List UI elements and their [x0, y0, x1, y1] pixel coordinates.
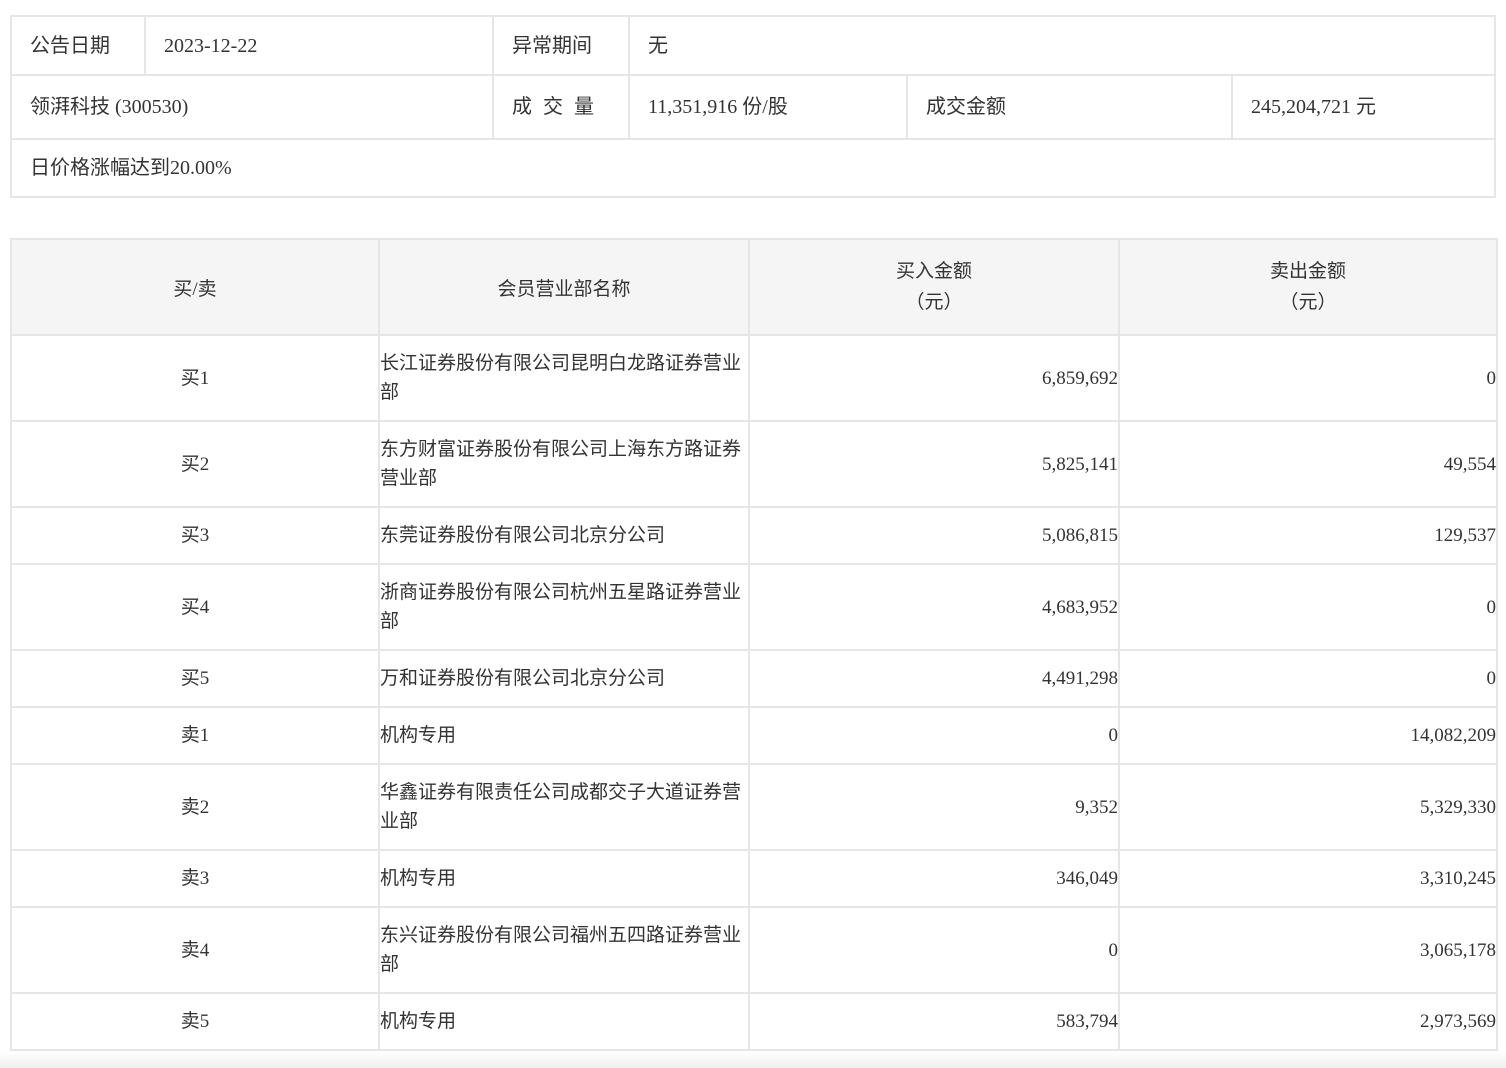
branch-cell: 东方财富证券股份有限公司上海东方路证券营业部: [379, 421, 749, 507]
sell-amount-cell: 2,973,569: [1119, 993, 1497, 1050]
col-header-sell-line1: 卖出金额: [1121, 256, 1495, 287]
sell-amount-cell: 3,065,178: [1119, 907, 1497, 993]
sell-amount-cell: 5,329,330: [1119, 764, 1497, 850]
side-cell: 卖4: [11, 907, 379, 993]
buy-amount-cell: 583,794: [749, 993, 1119, 1050]
side-cell: 卖5: [11, 993, 379, 1050]
lhb-table-body: 买1 长江证券股份有限公司昆明白龙路证券营业部 6,859,692 0 买2 东…: [11, 335, 1497, 1050]
table-row: 买3 东莞证券股份有限公司北京分公司 5,086,815 129,537: [11, 507, 1497, 564]
col-header-branch: 会员营业部名称: [379, 239, 749, 335]
side-cell: 买1: [11, 335, 379, 421]
buy-amount-cell: 5,086,815: [749, 507, 1119, 564]
volume-value: 11,351,916 份/股: [630, 76, 908, 138]
sell-amount-cell: 3,310,245: [1119, 850, 1497, 907]
branch-cell: 机构专用: [379, 850, 749, 907]
branch-cell: 东莞证券股份有限公司北京分公司: [379, 507, 749, 564]
col-header-side: 买/卖: [11, 239, 379, 335]
summary-section: 公告日期 2023-12-22 异常期间 无 领湃科技 (300530) 成 交…: [10, 15, 1496, 198]
table-row: 买5 万和证券股份有限公司北京分公司 4,491,298 0: [11, 650, 1497, 707]
volume-label-text: 成 交 量: [512, 94, 594, 120]
side-cell: 卖3: [11, 850, 379, 907]
turnover-label: 成交金额: [908, 76, 1233, 138]
buy-amount-cell: 5,825,141: [749, 421, 1119, 507]
turnover-label-text: 成交金额: [926, 94, 1006, 120]
abnormal-period-label: 异常期间: [494, 17, 630, 74]
sell-amount-cell: 0: [1119, 335, 1497, 421]
branch-cell: 机构专用: [379, 707, 749, 764]
side-cell: 买3: [11, 507, 379, 564]
price-change-note: 日价格涨幅达到20.00%: [30, 155, 232, 181]
buy-amount-cell: 4,491,298: [749, 650, 1119, 707]
volume-label: 成 交 量: [494, 76, 630, 138]
col-header-side-text: 买/卖: [173, 279, 216, 300]
sell-amount-cell: 0: [1119, 564, 1497, 650]
side-cell: 卖1: [11, 707, 379, 764]
col-header-buy-line1: 买入金额: [751, 256, 1117, 287]
lhb-table: 买/卖 会员营业部名称 买入金额 （元） 卖出金额 （元） 买1 长江证券股份有…: [10, 238, 1498, 1051]
abnormal-period-value: 无: [630, 17, 1494, 74]
header-row: 买/卖 会员营业部名称 买入金额 （元） 卖出金额 （元）: [11, 239, 1497, 335]
summary-row-reason: 日价格涨幅达到20.00%: [12, 140, 1494, 196]
buy-amount-cell: 346,049: [749, 850, 1119, 907]
abnormal-period-label-text: 异常期间: [512, 33, 592, 59]
lhb-table-head: 买/卖 会员营业部名称 买入金额 （元） 卖出金额 （元）: [11, 239, 1497, 335]
side-cell: 买5: [11, 650, 379, 707]
announce-date-text: 2023-12-22: [164, 33, 257, 59]
col-header-buy: 买入金额 （元）: [749, 239, 1119, 335]
stock-name-cell: 领湃科技 (300530): [12, 76, 494, 138]
col-header-sell-line2: （元）: [1121, 287, 1495, 318]
page: 公告日期 2023-12-22 异常期间 无 领湃科技 (300530) 成 交…: [0, 0, 1506, 1051]
branch-cell: 机构专用: [379, 993, 749, 1050]
branch-cell: 华鑫证券有限责任公司成都交子大道证券营业部: [379, 764, 749, 850]
table-row: 卖5 机构专用 583,794 2,973,569: [11, 993, 1497, 1050]
summary-row-date: 公告日期 2023-12-22 异常期间 无: [12, 17, 1494, 76]
table-row: 卖1 机构专用 0 14,082,209: [11, 707, 1497, 764]
col-header-branch-text: 会员营业部名称: [497, 279, 630, 300]
col-header-buy-line2: （元）: [751, 287, 1117, 318]
table-row: 卖2 华鑫证券有限责任公司成都交子大道证券营业部 9,352 5,329,330: [11, 764, 1497, 850]
announce-date-label-text: 公告日期: [30, 33, 110, 59]
table-row: 卖4 东兴证券股份有限公司福州五四路证券营业部 0 3,065,178: [11, 907, 1497, 993]
buy-amount-cell: 9,352: [749, 764, 1119, 850]
stock-name: 领湃科技 (300530): [30, 94, 188, 120]
buy-amount-cell: 0: [749, 907, 1119, 993]
table-row: 买2 东方财富证券股份有限公司上海东方路证券营业部 5,825,141 49,5…: [11, 421, 1497, 507]
price-change-note-cell: 日价格涨幅达到20.00%: [12, 140, 1494, 196]
sell-amount-cell: 129,537: [1119, 507, 1497, 564]
abnormal-period-text: 无: [648, 33, 668, 59]
branch-cell: 万和证券股份有限公司北京分公司: [379, 650, 749, 707]
sell-amount-cell: 49,554: [1119, 421, 1497, 507]
page-bottom-fade: [0, 1051, 1506, 1068]
buy-amount-cell: 0: [749, 707, 1119, 764]
branch-cell: 浙商证券股份有限公司杭州五星路证券营业部: [379, 564, 749, 650]
turnover-value: 245,204,721 元: [1233, 76, 1494, 138]
sell-amount-cell: 14,082,209: [1119, 707, 1497, 764]
announce-date-label: 公告日期: [12, 17, 146, 74]
table-row: 卖3 机构专用 346,049 3,310,245: [11, 850, 1497, 907]
volume-text: 11,351,916 份/股: [648, 94, 788, 120]
sell-amount-cell: 0: [1119, 650, 1497, 707]
side-cell: 卖2: [11, 764, 379, 850]
side-cell: 买2: [11, 421, 379, 507]
branch-cell: 东兴证券股份有限公司福州五四路证券营业部: [379, 907, 749, 993]
table-row: 买4 浙商证券股份有限公司杭州五星路证券营业部 4,683,952 0: [11, 564, 1497, 650]
branch-cell: 长江证券股份有限公司昆明白龙路证券营业部: [379, 335, 749, 421]
turnover-text: 245,204,721 元: [1251, 94, 1376, 120]
col-header-sell: 卖出金额 （元）: [1119, 239, 1497, 335]
summary-row-stock: 领湃科技 (300530) 成 交 量 11,351,916 份/股 成交金额 …: [12, 76, 1494, 140]
buy-amount-cell: 6,859,692: [749, 335, 1119, 421]
side-cell: 买4: [11, 564, 379, 650]
table-row: 买1 长江证券股份有限公司昆明白龙路证券营业部 6,859,692 0: [11, 335, 1497, 421]
buy-amount-cell: 4,683,952: [749, 564, 1119, 650]
announce-date-value: 2023-12-22: [146, 17, 494, 74]
